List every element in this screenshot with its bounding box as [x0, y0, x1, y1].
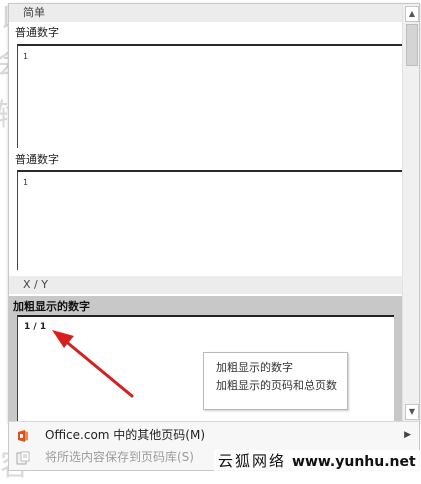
scroll-up-button[interactable]: ▲: [405, 6, 419, 22]
watermark: 云狐网络 www.yunhu.net: [214, 450, 420, 472]
page-number-preview: 1: [23, 178, 29, 187]
menu-item-label: Office.com 中的其他页码(M): [45, 428, 206, 442]
scroll-down-button[interactable]: ▼: [405, 404, 419, 420]
tooltip-title: 加粗显示的数字: [216, 361, 293, 374]
section-header-xy: X / Y: [9, 276, 403, 294]
office-icon: [16, 428, 30, 442]
section-header-simple: 简单: [9, 4, 403, 22]
watermark-url: www.yunhu.net: [292, 454, 416, 470]
page-number-preview: 1: [23, 52, 29, 61]
tooltip-description: 加粗显示的页码和总页数: [216, 379, 337, 392]
item-label: 普通数字: [15, 26, 59, 39]
watermark-text: 云狐网络: [218, 452, 287, 470]
item-thumbnail: 1: [17, 170, 403, 270]
item-thumbnail: 1: [17, 44, 403, 148]
tooltip: 加粗显示的数字 加粗显示的页码和总页数: [203, 352, 348, 410]
menu-item-label: 将所选内容保存到页码库(S): [45, 450, 194, 464]
item-label: 加粗显示的数字: [13, 300, 90, 313]
page-number-preview: 1 / 1: [24, 322, 47, 332]
item-label: 普通数字: [15, 153, 59, 166]
scroll-thumb[interactable]: [406, 24, 418, 66]
submenu-arrow-icon: ▶: [404, 430, 411, 440]
save-to-gallery-icon: [16, 450, 30, 465]
gallery-scrollbar[interactable]: ▲ ▼: [402, 4, 419, 422]
menu-item-office-more-page-numbers[interactable]: Office.com 中的其他页码(M) ▶: [9, 424, 419, 446]
